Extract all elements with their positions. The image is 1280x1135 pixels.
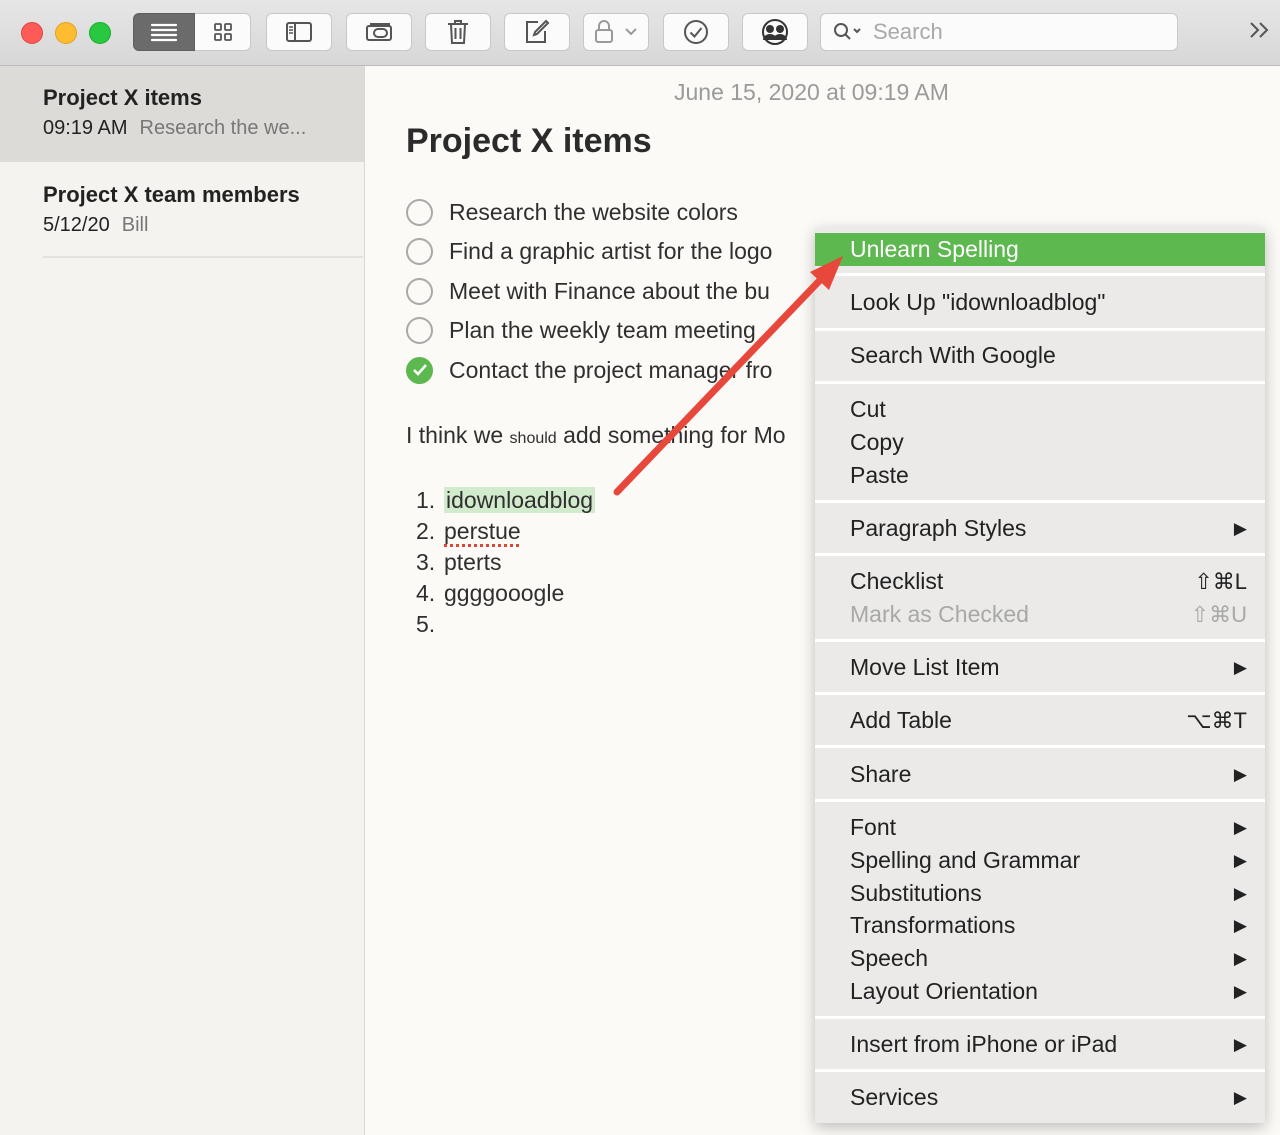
- annotation-arrow-icon: [613, 256, 843, 496]
- notes-window: Project X items 09:19 AMResearch the we.…: [0, 0, 1280, 1135]
